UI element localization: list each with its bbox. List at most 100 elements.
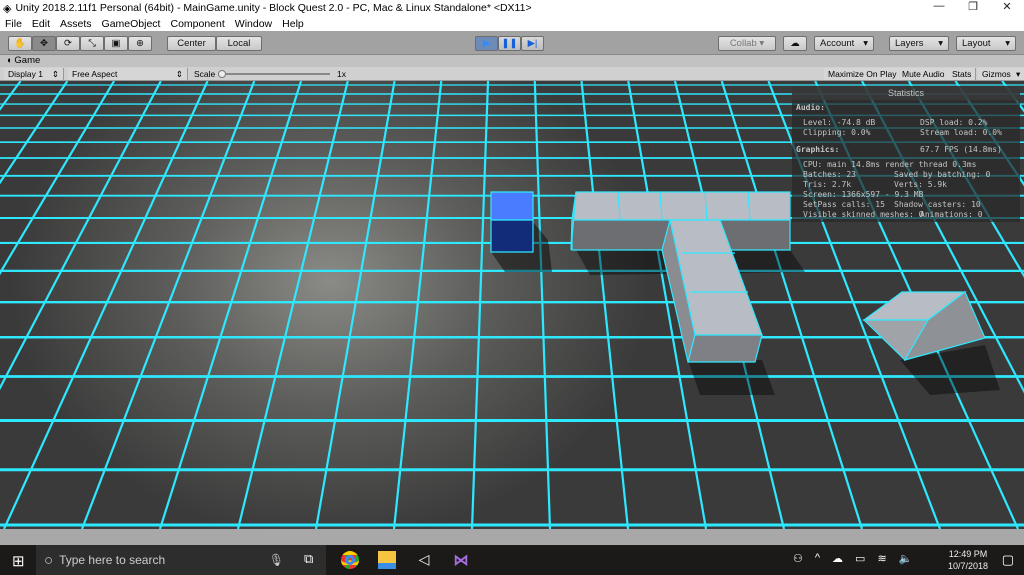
game-tab[interactable]: ◖ Game — [0, 55, 1024, 67]
scale-slider[interactable] — [218, 70, 330, 78]
main-toolbar: ✋ ✥ ⟳ ⤡ ▣ ⊕ Center Local ▶ ❚❚ ▶| Collab … — [0, 31, 1024, 55]
cortana-icon: ○ — [44, 551, 54, 569]
window-title: Unity 2018.2.11f1 Personal (64bit) - Mai… — [15, 2, 532, 14]
task-view-icon[interactable]: ⧉ — [304, 551, 322, 569]
display-dropdown[interactable]: Display 1 ⇕ — [4, 68, 64, 80]
step-button[interactable]: ▶| — [521, 36, 544, 51]
scale-label: Scale — [194, 69, 216, 79]
unity-logo-icon: ◈ — [3, 2, 12, 15]
statistics-panel: Statistics Audio: Level: -74.8 dB DSP lo… — [792, 86, 1020, 222]
menu-assets[interactable]: Assets — [60, 18, 92, 30]
layout-dropdown[interactable]: Layout ▾ — [956, 36, 1016, 51]
system-tray: ⚇ ^ ☁ ▭ ≋ 🔈 — [793, 552, 912, 565]
taskbar-clock[interactable]: 12:49 PM 10/7/2018 — [948, 548, 988, 572]
rect-tool-icon[interactable]: ▣ — [104, 36, 128, 51]
aspect-dropdown[interactable]: Free Aspect ⇕ — [68, 68, 188, 80]
stat-verts: Verts: 5.9k — [894, 180, 947, 189]
clock-date: 10/7/2018 — [947, 561, 988, 571]
pivot-center-button[interactable]: Center — [167, 36, 216, 51]
onedrive-icon[interactable]: ☁ — [832, 552, 843, 565]
block-shadow — [688, 360, 775, 395]
unity-icon[interactable]: ◁ — [415, 551, 433, 569]
grid-line — [2, 81, 209, 529]
file-explorer-icon[interactable] — [378, 551, 396, 569]
block-arm-front — [687, 334, 763, 363]
menu-window[interactable]: Window — [235, 18, 272, 30]
windows-start-icon[interactable]: ⊞ — [12, 552, 25, 570]
close-button[interactable]: ✕ — [990, 0, 1024, 13]
grid-line — [0, 81, 116, 276]
stat-screen: Screen: 1366x597 - 9.3 MB — [803, 190, 924, 199]
gizmos-toggle[interactable]: Gizmos — [978, 68, 1016, 80]
chrome-icon[interactable] — [341, 551, 359, 569]
restore-button[interactable]: ❐ — [956, 0, 990, 13]
grid-line — [158, 81, 303, 529]
account-dropdown[interactable]: Account ▾ — [814, 36, 874, 51]
grid-line — [314, 81, 396, 529]
battery-icon[interactable]: ▭ — [855, 552, 865, 565]
people-icon[interactable]: ⚇ — [793, 552, 803, 565]
aspect-label: Free Aspect — [72, 69, 118, 79]
cloud-button[interactable]: ☁ — [783, 36, 807, 51]
chevron-down-icon: ▾ — [863, 38, 868, 49]
blue-cube-front — [490, 219, 534, 253]
hand-tool-icon[interactable]: ✋ — [8, 36, 32, 51]
graphics-heading: Graphics: — [796, 145, 840, 154]
pivot-local-button[interactable]: Local — [216, 36, 262, 51]
game-viewport[interactable]: Statistics Audio: Level: -74.8 dB DSP lo… — [0, 81, 1024, 529]
grid-line — [236, 81, 349, 529]
transform-tool-icon[interactable]: ⊕ — [128, 36, 152, 51]
blue-cube-top — [490, 191, 534, 221]
account-label: Account — [820, 38, 855, 49]
collab-label: Collab — [729, 38, 757, 49]
menu-edit[interactable]: Edit — [32, 18, 50, 30]
volume-icon[interactable]: 🔈 — [899, 552, 913, 565]
stat-tris: Tris: 2.7k — [803, 180, 852, 189]
pause-button[interactable]: ❚❚ — [498, 36, 521, 51]
grid-line — [0, 81, 162, 391]
menu-gameobject[interactable]: GameObject — [102, 18, 161, 30]
grid-line — [80, 81, 256, 529]
grid-line — [392, 81, 443, 529]
menu-help[interactable]: Help — [282, 18, 304, 30]
stat-level: Level: -74.8 dB — [803, 118, 876, 127]
stat-setpass: SetPass calls: 15 — [803, 200, 885, 209]
scale-tool-icon[interactable]: ⤡ — [80, 36, 104, 51]
chevron-down-icon: ▾ — [1005, 38, 1010, 49]
layers-label: Layers — [895, 38, 924, 49]
notifications-icon[interactable]: ▢ — [1002, 552, 1014, 568]
move-tool-icon[interactable]: ✥ — [32, 36, 56, 51]
stat-anim: Animations: 0 — [920, 210, 983, 219]
statistics-title: Statistics — [792, 86, 1020, 100]
menu-component[interactable]: Component — [170, 18, 224, 30]
rotate-tool-icon[interactable]: ⟳ — [56, 36, 80, 51]
microphone-icon[interactable]: 🎙 — [269, 553, 284, 567]
grid-line — [0, 81, 22, 111]
maximize-on-play-toggle[interactable]: Maximize On Play — [824, 68, 902, 80]
game-view-toolbar: Display 1 ⇕ Free Aspect ⇕ Scale 1x Maxim… — [0, 67, 1024, 81]
layout-label: Layout — [962, 38, 991, 49]
collab-button[interactable]: Collab ▾ — [718, 36, 776, 51]
chevron-down-icon: ⇕ — [175, 69, 183, 79]
chevron-down-icon[interactable]: ▾ — [1012, 68, 1024, 80]
minimize-button[interactable]: — — [922, 0, 956, 13]
grid-line — [580, 81, 630, 529]
layers-dropdown[interactable]: Layers ▾ — [889, 36, 949, 51]
scale-slider-thumb[interactable] — [218, 70, 226, 78]
clock-time: 12:49 PM — [948, 549, 988, 559]
stat-stream: Stream load: 0.0% — [920, 128, 1002, 137]
stat-clipping: Clipping: 0.0% — [803, 128, 871, 137]
chevron-up-icon[interactable]: ^ — [815, 552, 820, 565]
stat-dsp: DSP load: 0.2% — [920, 118, 988, 127]
mute-audio-toggle[interactable]: Mute Audio — [898, 68, 950, 80]
chevron-down-icon: ⇕ — [51, 69, 59, 79]
play-button[interactable]: ▶ — [475, 36, 498, 51]
menu-file[interactable]: File — [5, 18, 22, 30]
stats-toggle[interactable]: Stats — [948, 68, 977, 80]
wifi-icon[interactable]: ≋ — [877, 552, 886, 565]
visual-studio-icon[interactable]: ⋈ — [452, 551, 470, 569]
menu-bar: File Edit Assets GameObject Component Wi… — [0, 16, 1024, 31]
stat-shadow: Shadow casters: 10 — [894, 200, 981, 209]
stat-saved: Saved by batching: 0 — [894, 170, 991, 179]
taskbar-search[interactable]: ○ Type here to search 🎙 — [36, 545, 326, 575]
